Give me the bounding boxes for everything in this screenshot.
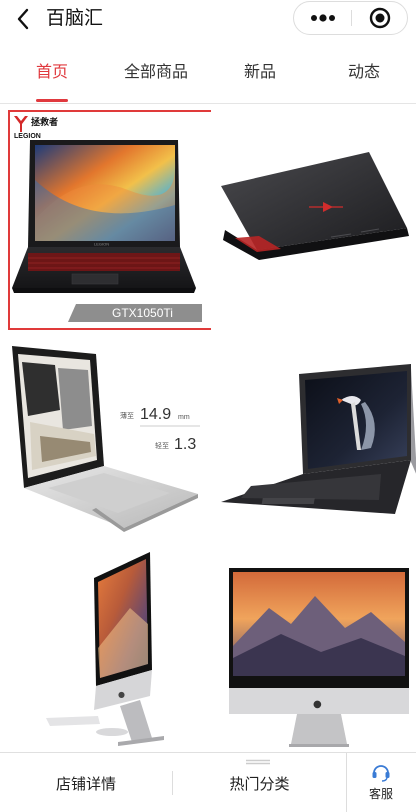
product-card[interactable] — [211, 338, 416, 532]
customer-service-button[interactable]: 客服 — [346, 753, 416, 812]
tab-all-products[interactable]: 全部商品 — [112, 60, 200, 84]
spec-weight-label: 轻至 — [155, 441, 169, 450]
tab-home[interactable]: 首页 — [22, 60, 82, 84]
more-dots-icon — [310, 14, 335, 22]
spec-thickness-unit: mm — [178, 414, 190, 421]
menu-handle-icon — [246, 759, 270, 765]
close-mini-program-button[interactable] — [352, 2, 408, 34]
mini-program-capsule — [293, 1, 408, 35]
product-grid: 拯救者 LEGION LEGION GTX1050Ti 薄至 14.9 mm 轻… — [0, 104, 416, 750]
product-card[interactable] — [211, 110, 416, 330]
active-tab-indicator — [36, 99, 68, 102]
svg-text:●: ● — [118, 690, 125, 699]
product-image-imac-side: ● — [46, 552, 164, 746]
legion-logo: 拯救者 LEGION — [14, 116, 58, 140]
bottom-action-bar: 店铺详情 热门分类 客服 — [0, 752, 416, 812]
spec-thickness-value: 14.9 — [140, 406, 171, 423]
gpu-badge-text: GTX1050Ti — [112, 306, 173, 320]
svg-text:LEGION: LEGION — [14, 133, 41, 140]
spec-weight-value: 1.3 — [174, 436, 196, 453]
page-title: 百脑汇 — [46, 7, 104, 29]
product-image-imac-front: ● — [229, 568, 409, 747]
headset-icon — [372, 765, 390, 782]
svg-text:LEGION: LEGION — [94, 242, 109, 247]
hot-categories-label: 热门分类 — [229, 774, 290, 793]
spec-thickness-label: 薄至 — [120, 411, 134, 420]
product-card[interactable]: 拯救者 LEGION LEGION GTX1050Ti — [8, 110, 213, 330]
svg-text:●: ● — [313, 699, 322, 710]
top-navigation-bar: 百脑汇 — [0, 0, 416, 40]
chevron-left-icon — [17, 8, 29, 30]
customer-service-label: 客服 — [368, 787, 393, 801]
tab-updates[interactable]: 动态 — [336, 60, 392, 84]
back-button[interactable] — [10, 6, 36, 32]
product-image-legion-rear — [221, 152, 409, 260]
store-details-button[interactable]: 店铺详情 — [0, 753, 172, 812]
product-image-hp-envy: 薄至 14.9 mm 轻至 1.3 — [12, 346, 200, 532]
store-details-label: 店铺详情 — [55, 774, 116, 793]
category-tabs: 首页 全部商品 新品 动态 — [0, 46, 416, 104]
product-card[interactable]: ● — [211, 538, 416, 750]
product-card[interactable]: 薄至 14.9 mm 轻至 1.3 — [0, 338, 205, 532]
svg-text:拯救者: 拯救者 — [31, 116, 58, 127]
product-image-surface-pro — [221, 364, 416, 514]
more-button[interactable] — [294, 2, 351, 34]
product-image-legion-laptop: 拯救者 LEGION LEGION GTX1050Ti — [12, 116, 202, 322]
product-card[interactable]: ● — [0, 538, 205, 750]
tab-new-products[interactable]: 新品 — [232, 60, 288, 84]
target-circle-icon — [369, 7, 391, 29]
